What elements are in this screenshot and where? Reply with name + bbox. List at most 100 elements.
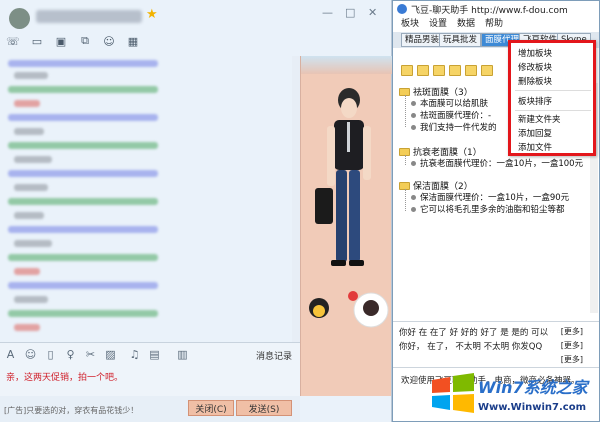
more-button[interactable]: [更多] [561, 340, 583, 351]
bullet-icon [411, 100, 416, 106]
tree-connector [405, 189, 406, 211]
message-text [14, 212, 44, 219]
apps-icon[interactable]: ▦ [126, 35, 140, 48]
close-button[interactable]: 关闭(C) [188, 400, 234, 416]
message-meta [8, 254, 158, 261]
menu-item-sort-blocks[interactable]: 板块排序 [518, 95, 552, 107]
bullet-icon [411, 112, 416, 118]
quick-reply-line[interactable]: 你好 在 在了 好 好的 好了 是 是的 可以 [399, 326, 548, 338]
message-history-button[interactable]: 消息记录 [256, 349, 292, 362]
send-button[interactable]: 发送(S) [236, 400, 292, 416]
image-icon[interactable]: ▨ [104, 348, 117, 361]
item-text: 本面膜可以给肌肤 [420, 99, 489, 109]
item-text: 我们支持一件代发的 [420, 123, 497, 133]
scissors-icon[interactable]: ✂ [84, 348, 97, 361]
message-text [14, 240, 52, 247]
tree-item[interactable]: 我们支持一件代发的 [411, 121, 497, 133]
message-scrollbar[interactable] [292, 56, 300, 342]
menu-separator [515, 110, 591, 111]
font-icon[interactable]: A [4, 348, 17, 361]
message-meta [8, 60, 158, 67]
video-icon[interactable]: ▭ [30, 35, 44, 48]
tree-item[interactable]: 祛斑面膜代理价：- [411, 109, 491, 121]
chat-footer: [广告]只要选的对，穿衣有品花钱少！ 关闭(C) 发送(S) [0, 396, 300, 422]
bullet-icon [411, 206, 416, 212]
message-meta [8, 310, 158, 317]
message-input[interactable]: 亲，这两天促销，拍一个吧。 [0, 366, 300, 396]
chat-window: ★ — □ ✕ ☏ ▭ ▣ ⧉ ☺ ▦ A ☺ ▯ ♀ ✂ ▨ ♫ ▤ ▥ 消息… [0, 0, 392, 422]
menu-block[interactable]: 板块 [401, 17, 419, 31]
app-logo-icon [397, 4, 407, 14]
helper-menubar: 板块 设置 数据 帮助 [393, 17, 599, 31]
remote-icon[interactable]: ⧉ [78, 34, 92, 48]
tab-menswear[interactable]: 精品男装 [401, 33, 444, 47]
more-button[interactable]: [更多] [561, 354, 583, 365]
contact-avatar[interactable] [9, 8, 30, 29]
menu-help[interactable]: 帮助 [485, 17, 503, 31]
voice-icon[interactable]: ♀ [64, 348, 77, 361]
quick-reply-line[interactable]: 你好， 在了， 不太明 不太明 你发QQ [399, 340, 542, 352]
menu-item-delete-block[interactable]: 删除板块 [518, 75, 552, 87]
menu-item-new-folder[interactable]: 新建文件夹 [518, 113, 561, 125]
tab-toys[interactable]: 玩具批发 [439, 33, 482, 47]
message-meta [8, 282, 158, 289]
item-text: 保洁面膜代理价：一盒10片，一盒90元 [420, 193, 570, 203]
message-meta [8, 114, 158, 121]
red-packet-icon[interactable]: ▤ [148, 348, 161, 361]
message-text [14, 100, 40, 107]
avatar-showcase [300, 56, 392, 396]
item-text: 抗衰老面膜代理价：一盒10片，一盒100元 [420, 159, 584, 169]
contact-name-blurred [36, 10, 142, 23]
shake-icon[interactable]: ▯ [44, 348, 57, 361]
phone-icon[interactable]: ☏ [6, 35, 20, 48]
menu-item-add-reply[interactable]: 添加回复 [518, 127, 552, 139]
trash-icon[interactable]: ▥ [176, 348, 189, 361]
ad-text[interactable]: [广告]只要选的对，穿衣有品花钱少！ [4, 405, 138, 416]
add-folder-icon[interactable] [417, 65, 429, 76]
emoji-icon[interactable]: ☺ [24, 348, 37, 361]
music-icon[interactable]: ♫ [128, 348, 141, 361]
message-meta [8, 142, 158, 149]
block-context-menu: 增加板块 修改板块 删除板块 板块排序 新建文件夹 添加回复 添加文件 [508, 40, 596, 156]
menu-item-add-block[interactable]: 增加板块 [518, 47, 552, 59]
screen-share-icon[interactable]: ▣ [54, 35, 68, 48]
refresh-icon[interactable] [401, 65, 413, 76]
add-item-icon[interactable] [433, 65, 445, 76]
chat-toolbar: ☏ ▭ ▣ ⧉ ☺ ▦ [6, 33, 140, 49]
menu-data[interactable]: 数据 [457, 17, 475, 31]
menu-item-add-file[interactable]: 添加文件 [518, 141, 552, 153]
tree-item[interactable]: 抗衰老面膜代理价：一盒10片，一盒100元 [411, 157, 583, 169]
avatar-figure [309, 88, 389, 328]
message-text [14, 72, 48, 79]
message-text [14, 128, 44, 135]
menu-item-edit-block[interactable]: 修改板块 [518, 61, 552, 73]
bullet-icon [411, 194, 416, 200]
tree-connector [405, 155, 406, 165]
tree-item[interactable]: 保洁面膜代理价：一盒10片，一盒90元 [411, 191, 569, 203]
message-meta [8, 198, 158, 205]
tree-item[interactable]: 它可以将毛孔里多余的油脂和铅尘等都 [411, 203, 565, 215]
minimize-button[interactable]: — [322, 6, 333, 19]
tree-item[interactable]: 本面膜可以给肌肤 [411, 97, 488, 109]
watermark-title: Win7系统之家 [478, 378, 588, 397]
edit-icon[interactable] [465, 65, 477, 76]
maximize-button[interactable]: □ [345, 6, 355, 19]
message-text [14, 296, 48, 303]
menu-separator [515, 90, 591, 91]
item-text: 它可以将毛孔里多余的油脂和铅尘等都 [420, 205, 565, 215]
input-toolbar: A ☺ ▯ ♀ ✂ ▨ ♫ ▤ ▥ 消息记录 [0, 342, 300, 366]
helper-titlebar: 飞豆-聊天助手 http://www.f-dou.com [393, 1, 599, 17]
menu-settings[interactable]: 设置 [429, 17, 447, 31]
showcase-banner [301, 56, 392, 74]
group-call-icon[interactable]: ☺ [102, 35, 116, 48]
star-icon[interactable]: ★ [146, 7, 158, 22]
export-icon[interactable] [481, 65, 493, 76]
item-text: 祛斑面膜代理价：- [420, 111, 492, 121]
folder-icon[interactable] [449, 65, 461, 76]
message-text [14, 268, 40, 275]
message-history[interactable] [0, 56, 300, 342]
close-window-button[interactable]: ✕ [368, 6, 377, 19]
more-button[interactable]: [更多] [561, 326, 583, 337]
helper-title: 飞豆-聊天助手 http://www.f-dou.com [411, 6, 568, 16]
message-text [14, 184, 48, 191]
